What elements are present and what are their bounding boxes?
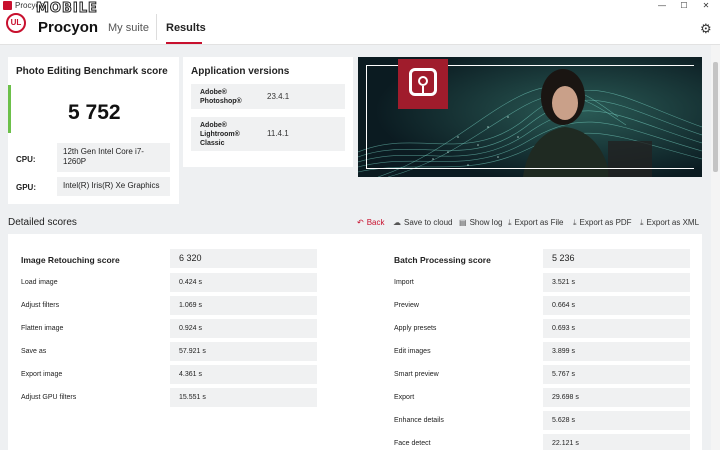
export-icon: ⤓ [640,218,644,227]
table-row-label: Preview [394,302,419,309]
table-row-label: Import [394,279,414,286]
brand-name: Procyon [38,19,99,36]
save-to-cloud-label: Save to cloud [404,218,453,227]
gpu-label: GPU: [16,183,36,192]
ul-logo: UL [6,13,26,33]
score-indicator-bar [8,85,11,133]
scrollbar-thumb[interactable] [713,62,718,172]
gear-icon[interactable]: ⚙ [700,21,712,37]
frame-line [366,168,694,169]
table-row-label: Edit images [394,348,431,355]
procyon-logo-square [398,59,448,109]
export-file-label: Export as File [514,218,564,227]
table-row-label: Adjust filters [21,302,60,309]
table-row-value: 5.767 s [543,365,690,384]
show-log-label: Show log [469,218,503,227]
export-icon: ⤓ [508,218,512,227]
table-row-label: Export [394,394,415,401]
app-version-row: Adobe® Lightroom® Classic 11.4.1 [191,117,345,151]
header-divider [156,14,157,40]
tab-my-suite[interactable]: My suite [108,22,149,34]
export-icon: ⤓ [573,218,577,227]
export-pdf-label: Export as PDF [579,218,632,227]
table-row-value: 57.921 s [170,342,317,361]
tab-results[interactable]: Results [166,22,206,34]
benchmark-score-title: Photo Editing Benchmark score [16,66,168,77]
banner-image [358,57,702,177]
table-row-value: 0.693 s [543,319,690,338]
detailed-scores-title: Detailed scores [8,217,77,228]
app-version: 23.4.1 [267,92,290,101]
app-name: Adobe® Photoshop® [200,89,242,105]
app-icon [3,1,12,10]
back-button[interactable]: ↶ Back [357,218,385,227]
table-row-value: 4.361 s [170,365,317,384]
export-file-button[interactable]: ⤓ Export as File [508,218,563,228]
table-row-label: Flatten image [21,325,64,332]
logo-dot [418,76,428,86]
benchmark-score-value: 5 752 [68,101,121,124]
table-row-label: Apply presets [394,325,437,332]
table-row-value: 0.424 s [170,273,317,292]
app-version: 11.4.1 [267,129,289,138]
table-row-value: 3.899 s [543,342,690,361]
table-row-value: 0.664 s [543,296,690,315]
table-row-value: 29.698 s [543,388,690,407]
save-to-cloud-button[interactable]: ☁ Save to cloud [393,218,452,227]
export-xml-button[interactable]: ⤓ Export as XML [640,218,699,228]
cloud-icon: ☁ [393,218,401,227]
app-versions-title: Application versions [191,66,290,77]
show-log-button[interactable]: ▤ Show log [459,218,502,227]
document-icon: ▤ [459,218,467,227]
table-row-value: 15.551 s [170,388,317,407]
title-bar: Procyon — ☐ ✕ [0,0,720,11]
table-row-label: Export image [21,371,63,378]
cpu-value: 12th Gen Intel Core i7-1260P [57,143,170,172]
table-row-label: Save as [21,348,47,355]
image-retouching-score: 6 320 [170,249,317,268]
image-retouching-title: Image Retouching score [21,255,120,265]
frame-line [448,65,694,66]
export-pdf-button[interactable]: ⤓ Export as PDF [573,218,632,228]
table-row-label: Adjust GPU filters [21,394,77,401]
back-arrow-icon: ↶ [357,218,364,227]
cpu-label: CPU: [16,155,36,164]
table-row-label: Enhance details [394,417,444,424]
table-row-label: Face detect [394,440,431,447]
table-row-value: 1.069 s [170,296,317,315]
back-label: Back [366,218,385,227]
batch-processing-score: 5 236 [543,249,690,268]
table-row-label: Smart preview [394,371,439,378]
app-version-row: Adobe® Photoshop® 23.4.1 [191,84,345,109]
close-button[interactable]: ✕ [692,0,720,11]
frame-line [366,65,367,169]
export-xml-label: Export as XML [646,218,700,227]
table-row-value: 5.628 s [543,411,690,430]
batch-processing-title: Batch Processing score [394,255,491,265]
table-row-value: 0.924 s [170,319,317,338]
watermark: MOBILE [36,1,98,17]
frame-line [366,65,398,66]
gpu-value: Intel(R) Iris(R) Xe Graphics [57,177,170,196]
logo-stem [422,86,424,96]
active-tab-indicator [166,42,202,44]
table-row-value: 3.521 s [543,273,690,292]
table-row-value: 22.121 s [543,434,690,450]
table-row-label: Load image [21,279,58,286]
app-name: Adobe® Lightroom® Classic [200,122,240,147]
